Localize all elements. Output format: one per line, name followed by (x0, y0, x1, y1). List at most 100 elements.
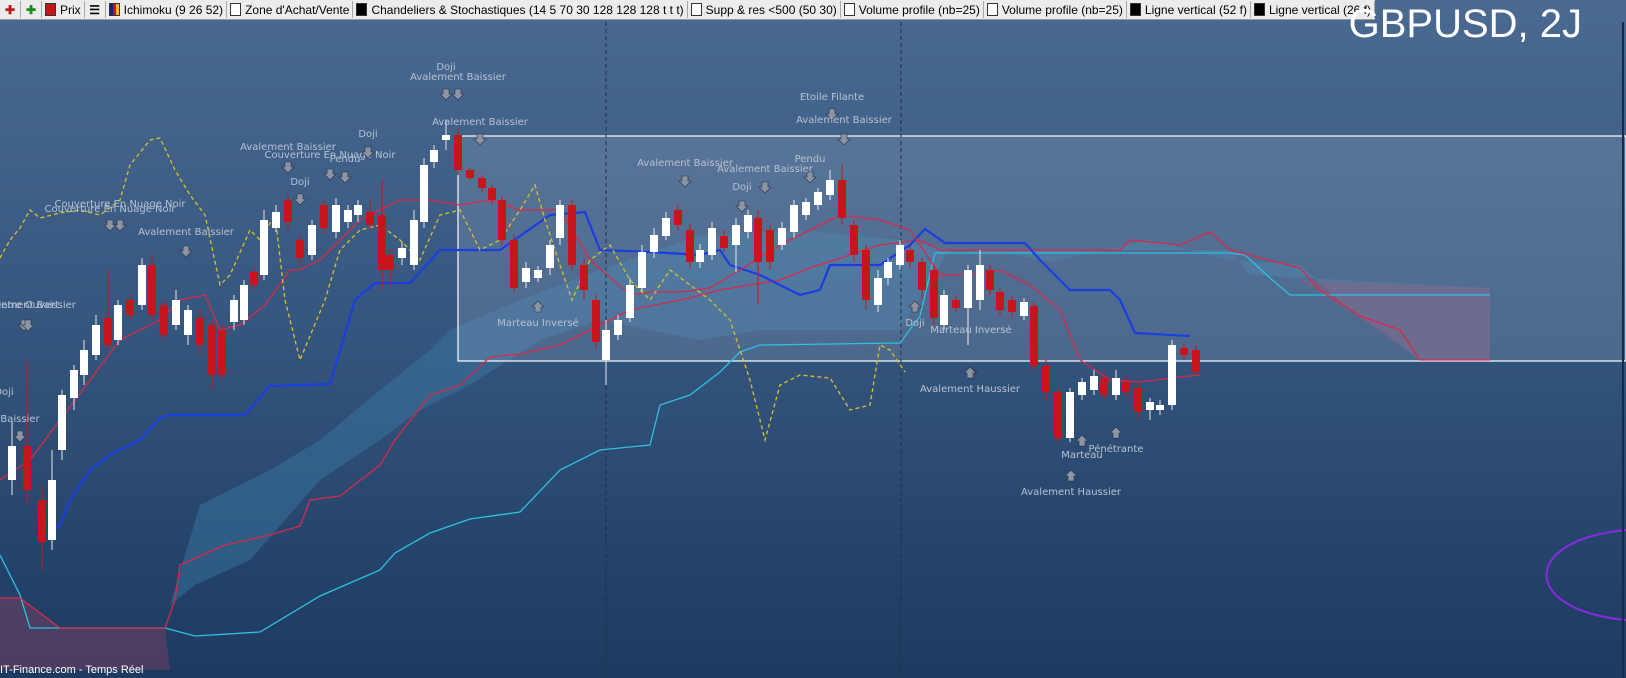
swatch-icon (356, 3, 368, 16)
candle-bullish (138, 265, 146, 305)
candle-bullish (1156, 405, 1164, 410)
candle-bullish (240, 285, 248, 320)
candle-bearish (454, 135, 462, 170)
candle-bearish (366, 212, 374, 225)
candle-bullish (92, 325, 100, 355)
candle-bearish (720, 236, 728, 248)
list-icon[interactable]: ☰ (85, 1, 106, 18)
candle-bullish (732, 225, 740, 245)
candle-bearish (126, 300, 134, 315)
pattern-label: Avalement Baissier (717, 164, 814, 175)
toolbar-item-supp-res[interactable]: Supp & res <500 (50 30) (688, 1, 841, 18)
candle-bullish (1090, 376, 1098, 390)
candle-bullish (1078, 382, 1086, 395)
swatch-icon (108, 3, 120, 16)
candle-bearish (386, 255, 394, 270)
candle-bearish (488, 188, 496, 200)
toolbar-item-volume-profile-2[interactable]: Volume profile (nb=25) (984, 1, 1127, 18)
candle-bullish (976, 265, 984, 300)
pattern-label: Avalement Baissier (432, 117, 529, 128)
candle-bearish (996, 292, 1004, 310)
pattern-label: Pendu (330, 154, 361, 165)
toolbar-item-chandeliers[interactable]: Chandeliers & Stochastiques (14 5 70 30 … (353, 1, 688, 18)
toolbar-item-volume-profile-1[interactable]: Volume profile (nb=25) (841, 1, 984, 18)
remove-icon[interactable]: ✚ (0, 1, 21, 18)
candle-bearish (580, 265, 588, 290)
candle-bearish (38, 500, 46, 542)
candle-bullish (58, 395, 66, 450)
candle-bearish (208, 325, 216, 375)
candle-bearish (766, 230, 774, 262)
candle-bearish (196, 318, 204, 345)
candle-bullish (602, 330, 610, 360)
price-chart[interactable]: Doji Avalement Baissier Avalement Baissier… (0, 0, 1626, 678)
pattern-label: Doji (732, 182, 751, 193)
toolbar-item-prix[interactable]: Prix (42, 1, 85, 18)
toolbar-item-ichimoku[interactable]: Ichimoku (9 26 52) (106, 1, 228, 18)
pattern-label: Doji (358, 129, 377, 140)
candle-bullish (662, 218, 670, 236)
pattern-label: Avalement Baissier (138, 227, 235, 238)
candle-bearish (862, 250, 870, 300)
candle-bullish (1066, 392, 1074, 438)
candle-bearish (568, 205, 576, 265)
swatch-icon (45, 3, 56, 16)
swatch-icon (843, 3, 855, 16)
candle-bullish (814, 192, 822, 205)
candle-bearish (1042, 366, 1050, 392)
pattern-label: Avalement Baissier (410, 72, 507, 83)
candle-bullish (614, 320, 622, 335)
candle-bullish (790, 205, 798, 232)
candle-bearish (284, 200, 292, 222)
pattern-label: Doji (290, 177, 309, 188)
candle-bearish (1180, 348, 1188, 355)
candle-bullish (874, 278, 882, 305)
candle-bearish (104, 318, 112, 345)
pattern-label: Pendu (795, 154, 826, 165)
swatch-icon (986, 3, 998, 16)
candle-bullish (430, 150, 438, 162)
arrow-down-icon (338, 171, 352, 184)
candle-bullish (230, 300, 238, 322)
pattern-label: Couverture En Nuage Noir (44, 204, 176, 215)
candle-bullish (708, 228, 716, 255)
pattern-label: Avalement Baissier (0, 300, 77, 311)
candle-bullish (534, 270, 542, 278)
candle-bearish (378, 215, 386, 270)
swatch-icon (1129, 3, 1141, 16)
candle-bullish (626, 285, 634, 318)
pattern-label: Avalement Baissier (796, 115, 893, 126)
candle-bearish (918, 262, 926, 290)
candle-bearish (23, 446, 31, 490)
candle-bearish (906, 250, 914, 262)
swatch-icon (1253, 3, 1265, 16)
candle-bullish (940, 295, 948, 325)
pattern-label: Marteau Inversé (497, 317, 578, 329)
pattern-label: Doji (905, 318, 924, 329)
pattern-label: Avalement Haussier (1021, 487, 1122, 498)
arrow-up-icon (1064, 469, 1078, 482)
candle-bullish (172, 300, 180, 325)
projection-ellipse (1545, 529, 1626, 621)
arrow-down-icon (281, 161, 295, 174)
symbol-title: GBPUSD, 2J (1348, 2, 1582, 46)
pattern-label: Etoile Filante (800, 92, 864, 103)
candle-bearish (1134, 388, 1142, 412)
candle-bullish (344, 210, 352, 222)
pattern-label: Avalement Haussier (920, 384, 1021, 395)
candle-bullish (1020, 302, 1028, 316)
add-icon[interactable]: ✚ (21, 1, 42, 18)
candle-bullish (964, 270, 972, 308)
candle-bullish (1146, 402, 1154, 410)
candle-bearish (478, 178, 486, 188)
candle-bullish (70, 370, 78, 398)
toolbar-item-zone-achat-vente[interactable]: Zone d'Achat/Vente (227, 1, 354, 18)
candle-bullish (638, 252, 646, 288)
candle-bearish (592, 300, 600, 342)
toolbar-item-ligne-vertical-52[interactable]: Ligne vertical (52 f) (1127, 1, 1251, 18)
candle-bullish (272, 212, 280, 228)
arrow-down-icon (439, 88, 453, 101)
arrow-down-icon (179, 245, 193, 258)
candle-bullish (896, 245, 904, 265)
candle-bearish (1054, 392, 1062, 438)
